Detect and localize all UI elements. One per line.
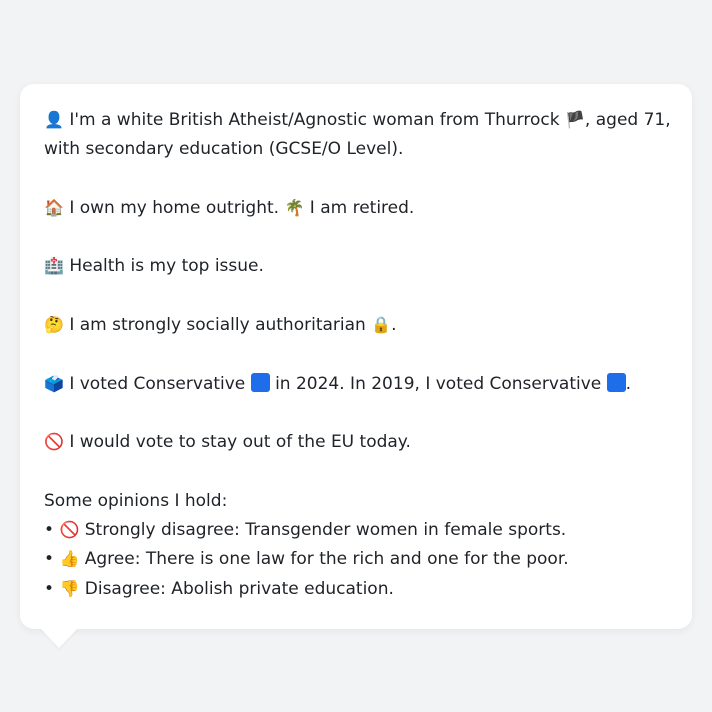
thumbs-down-icon: 👎 (59, 578, 80, 598)
opinions-heading: Some opinions I hold: (44, 490, 228, 511)
eu-paragraph: 🚫 I would vote to stay out of the EU tod… (44, 428, 668, 457)
house-icon: 🏠 (44, 197, 64, 217)
prohibited-icon: 🚫 (59, 520, 80, 540)
bullet-dot: • (44, 578, 55, 599)
social-text: I am strongly socially authoritarian (69, 315, 366, 336)
issue-text: Health is my top issue. (69, 256, 264, 277)
bullet-dot: • (44, 549, 55, 570)
person-icon: 👤 (44, 110, 64, 129)
ballot-box-icon: 🗳️ (44, 373, 64, 393)
opinion-item: • 👎 Disagree: Abolish private education. (44, 575, 668, 604)
home-text: I own my home outright. (69, 197, 280, 218)
opinion-text: Disagree: Abolish private education. (84, 578, 394, 599)
intro-line-2: with secondary education (GCSE/O Level). (44, 139, 404, 160)
hospital-icon: 🏥 (44, 256, 64, 276)
lock-icon: 🔒 (371, 315, 392, 335)
thinking-face-icon: 🤔 (44, 315, 64, 335)
vote-text-1: I voted Conservative (69, 373, 246, 394)
opinion-text: Strongly disagree: Transgender women in … (84, 520, 567, 541)
bullet-dot: • (44, 520, 55, 541)
intro-age-text: , aged 71, (584, 110, 671, 130)
opinion-text: Agree: There is one law for the rich and… (84, 549, 569, 570)
palm-tree-icon: 🌴 (284, 197, 305, 217)
thumbs-up-icon: 👍 (59, 549, 80, 569)
vote-text-2: in 2024. In 2019, I voted Conservative (275, 373, 602, 394)
retired-text: I am retired. (309, 197, 415, 218)
intro-line-1: 👤 I'm a white British Atheist/Agnostic w… (44, 106, 671, 135)
intro-text: I'm a white British Atheist/Agnostic wom… (69, 110, 560, 130)
opinions-section: Some opinions I hold: • 🚫 Strongly disag… (44, 487, 668, 604)
conservative-blue-square-icon (250, 372, 270, 392)
conservative-blue-square-icon-2 (606, 372, 626, 392)
eu-text: I would vote to stay out of the EU today… (69, 432, 411, 453)
england-flag-icon: 🏴 (565, 110, 585, 129)
opinion-item: • 👍 Agree: There is one law for the rich… (44, 545, 668, 574)
home-paragraph: 🏠 I own my home outright. 🌴 I am retired… (44, 194, 668, 223)
issue-paragraph: 🏥 Health is my top issue. (44, 252, 668, 281)
vote-suffix: . (625, 373, 632, 394)
profile-card: 👤 I'm a white British Atheist/Agnostic w… (20, 84, 692, 629)
intro-paragraph: 👤 I'm a white British Atheist/Agnostic w… (44, 106, 671, 165)
speech-bubble-tail (40, 628, 78, 648)
prohibited-icon: 🚫 (44, 432, 64, 452)
opinion-item: • 🚫 Strongly disagree: Transgender women… (44, 516, 668, 545)
vote-paragraph: 🗳️ I voted Conservative in 2024. In 2019… (44, 370, 668, 399)
social-suffix: . (391, 315, 397, 336)
social-paragraph: 🤔 I am strongly socially authoritarian 🔒… (44, 311, 668, 340)
